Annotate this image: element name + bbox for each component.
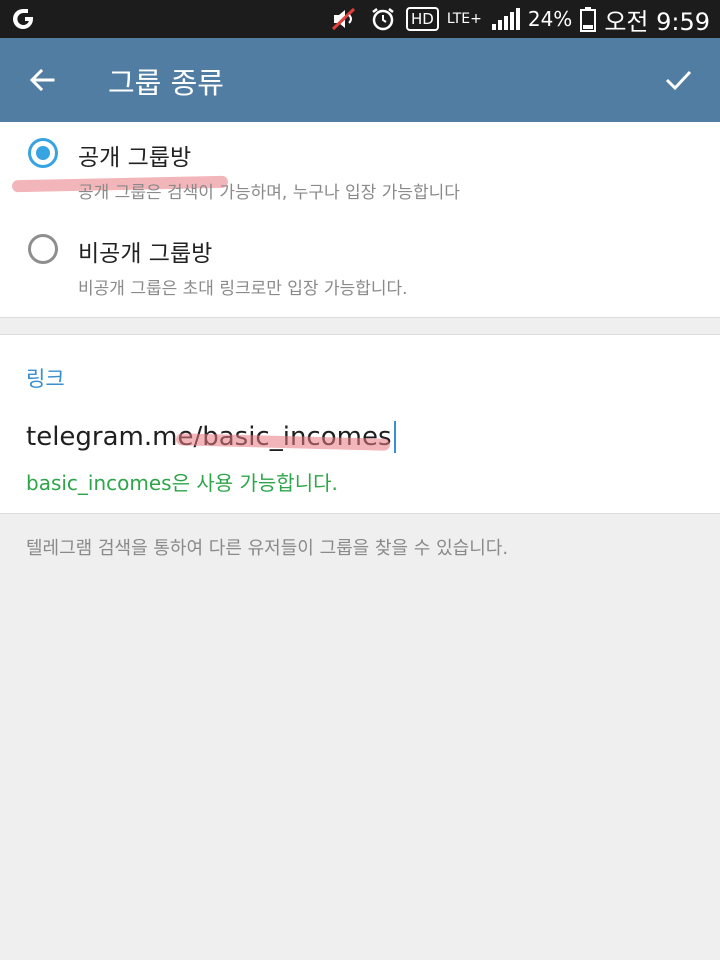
hd-icon: HD (406, 7, 439, 31)
public-group-label: 공개 그룹방 (78, 145, 192, 171)
private-group-label: 비공개 그룹방 (78, 241, 213, 267)
link-availability-status: basic_incomes은 사용 가능합니다. (26, 471, 338, 495)
text-caret (393, 421, 396, 453)
signal-icon (491, 8, 520, 30)
link-input[interactable]: telegram.me/basic_incomes (26, 415, 696, 459)
back-button[interactable] (20, 58, 64, 102)
search-hint: 텔레그램 검색을 통하여 다른 유저들이 그룹을 찾을 수 있습니다. (26, 538, 509, 559)
alarm-icon (372, 8, 394, 31)
mute-icon (331, 7, 356, 31)
group-type-section: 공개 그룹방 공개 그룹은 검색이 가능하며, 누구나 입장 가능합니다 비공개… (0, 122, 720, 318)
lte-icon: LTE+ (446, 11, 482, 27)
radio-unselected[interactable] (28, 234, 58, 264)
back-arrow-icon (29, 68, 55, 92)
private-group-description: 비공개 그룹은 초대 링크로만 입장 가능합니다. (78, 279, 408, 299)
radio-selected[interactable] (28, 138, 58, 168)
link-section: 링크 telegram.me/basic_incomes basic_incom… (0, 334, 720, 514)
private-group-option[interactable]: 비공개 그룹방 비공개 그룹은 초대 링크로만 입장 가능합니다. (0, 218, 720, 314)
done-button[interactable] (656, 58, 700, 102)
page-title: 그룹 종류 (108, 66, 224, 100)
battery-icon (580, 7, 597, 32)
battery-percent: 24% (527, 7, 573, 31)
carrier-logo-icon (13, 9, 33, 29)
status-bar: HD LTE+ 24% 오전 9:59 (0, 0, 720, 38)
public-group-option[interactable]: 공개 그룹방 공개 그룹은 검색이 가능하며, 누구나 입장 가능합니다 (0, 122, 720, 218)
public-group-description: 공개 그룹은 검색이 가능하며, 누구나 입장 가능합니다 (78, 183, 460, 203)
status-icons: HD LTE+ 24% 오전 9:59 (330, 0, 710, 38)
clock: 오전 9:59 (604, 7, 710, 36)
checkmark-icon (665, 70, 692, 91)
app-bar: 그룹 종류 (0, 38, 720, 122)
link-header: 링크 (26, 367, 65, 391)
radio-dot (36, 146, 50, 160)
